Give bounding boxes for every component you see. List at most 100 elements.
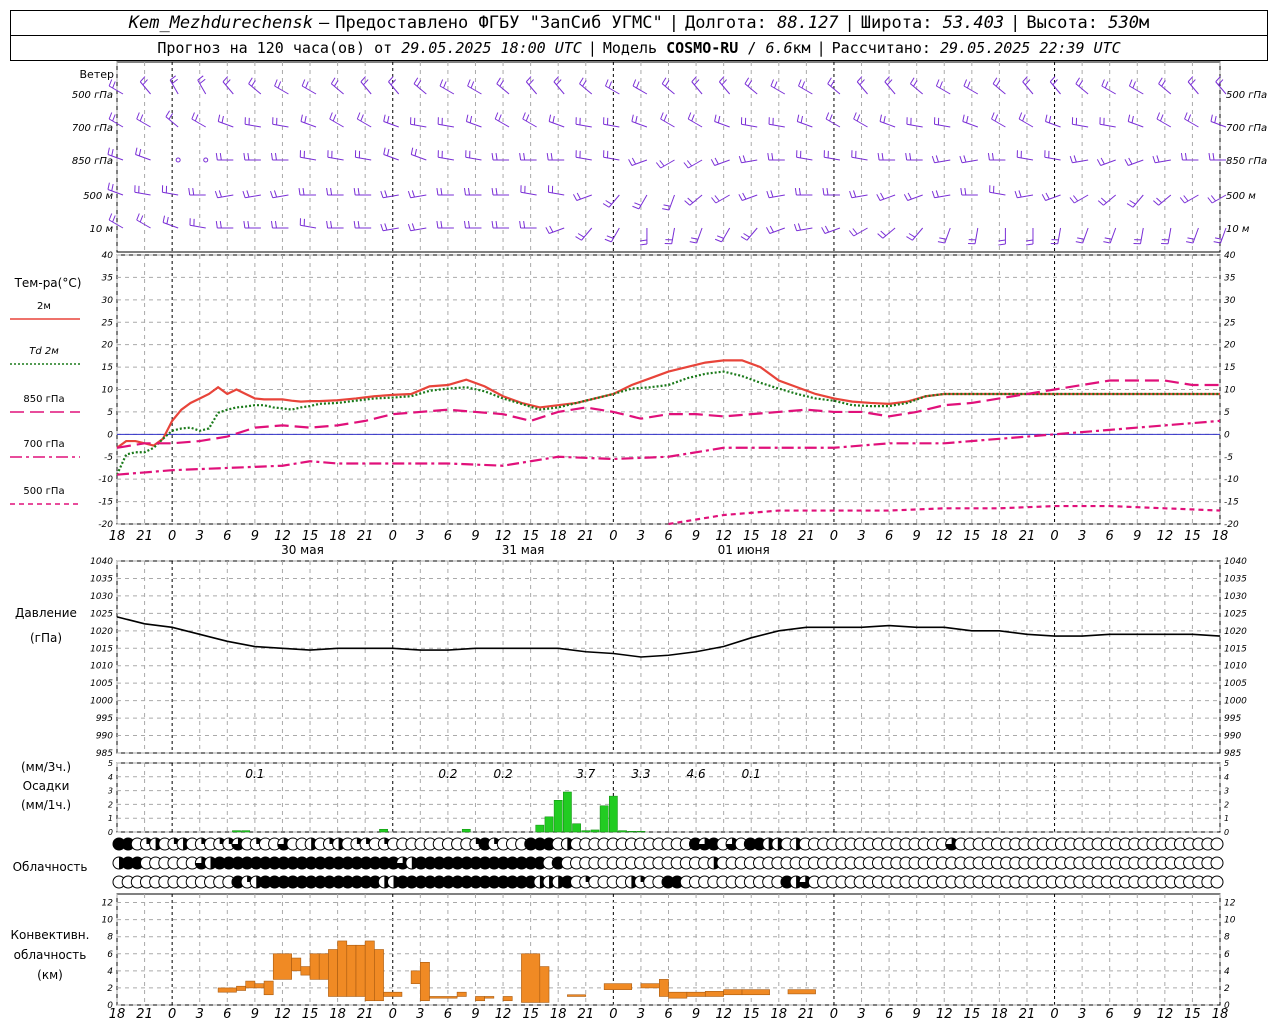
temperature-hour-label: 21 <box>798 529 815 544</box>
wind-barb-feather <box>1180 153 1183 161</box>
wind-barb <box>741 159 758 164</box>
wind-barb <box>1220 227 1227 244</box>
wind-barb-feather <box>1185 241 1194 244</box>
convective-hour-label: 21 <box>578 1007 595 1022</box>
wind-level-label-right: 500 м <box>1226 191 1256 202</box>
wind-barb <box>1049 81 1061 95</box>
wind-barb-feather <box>528 79 534 86</box>
wind-barb-feather <box>1179 197 1185 204</box>
wind-barb-feather <box>192 188 195 196</box>
wind-barb-feather <box>304 115 307 123</box>
wind-barb-feather <box>1190 79 1196 86</box>
wind-barb-feather <box>1128 157 1133 165</box>
temperature-hour-label: 15 <box>1184 529 1201 544</box>
wind-barb <box>413 83 427 95</box>
wind-barb <box>136 118 151 128</box>
wind-barb-feather <box>714 195 720 202</box>
wind-barb-feather <box>1124 159 1129 166</box>
wind-level-label-right: 850 гПа <box>1226 156 1267 167</box>
convective-hour-label: 18 <box>329 1007 346 1022</box>
wind-barb-feather <box>360 114 364 122</box>
wind-barb <box>632 85 648 95</box>
wind-barb-feather <box>225 79 231 86</box>
wind-barb <box>1017 194 1034 199</box>
pressure-panel-ytick-right: 1035 <box>1224 574 1247 584</box>
wind-barb-feather <box>1158 77 1163 84</box>
wind-barb-feather <box>463 188 466 196</box>
wind-barb <box>631 121 648 128</box>
convective-bar <box>659 979 669 997</box>
wind-barb-feather <box>217 114 221 122</box>
wind-barb <box>382 227 399 232</box>
temperature-hour-label: 18 <box>1212 529 1229 544</box>
wind-barb-feather <box>214 190 219 198</box>
wind-barb-feather <box>635 115 638 123</box>
wind-barb-feather <box>1100 197 1107 204</box>
wind-barb-feather <box>660 112 664 120</box>
wind-barb-feather <box>717 115 721 123</box>
temperature-hour-label: 18 <box>991 529 1008 544</box>
wind-barb <box>797 121 813 128</box>
wind-barb-feather <box>1159 114 1164 122</box>
wind-barb-feather <box>166 216 169 224</box>
wind-barb-feather <box>142 79 148 86</box>
wind-barb <box>668 194 675 211</box>
wind-barb-feather <box>714 238 722 243</box>
wind-barb-feather <box>1126 203 1134 208</box>
wind-barb-feather <box>496 77 501 84</box>
temperature-panel-ytick-right: 0 <box>1224 430 1230 440</box>
wind-barb <box>411 154 427 161</box>
temperature-hour-label: 12 <box>274 529 291 544</box>
wind-barb-feather <box>332 114 337 122</box>
wind-barb-feather <box>330 188 333 196</box>
wind-barb-feather <box>138 148 142 156</box>
wind-barb-feather <box>937 241 945 244</box>
precip-annotation: 3.7 <box>576 767 595 781</box>
wind-barb <box>934 159 951 164</box>
day-label: 01 июня <box>718 543 770 557</box>
wind-barb <box>770 85 786 95</box>
convective-bar <box>236 985 246 991</box>
wind-barb <box>1072 123 1089 128</box>
wind-barb-feather <box>829 114 833 122</box>
wind-barb-feather <box>357 221 360 229</box>
wind-barb <box>579 83 593 95</box>
wind-barb-feather <box>463 221 466 229</box>
wind-barb-feather <box>545 227 550 234</box>
wind-barb-feather <box>856 114 861 122</box>
wind-barb-feather <box>522 112 526 120</box>
pressure-panel-ytick-right: 1010 <box>1224 662 1247 672</box>
day-label: 30 мая <box>281 543 324 557</box>
wind-barb <box>1017 156 1034 161</box>
wind-barb <box>687 118 703 128</box>
temperature-hour-label: 21 <box>578 529 595 544</box>
temperature-hour-label: 3 <box>196 529 204 544</box>
wind-barb <box>603 156 620 161</box>
temperature-panel-ytick-left: 40 <box>102 251 114 261</box>
wind-barb-feather <box>436 221 439 229</box>
wind-barb <box>1132 194 1144 208</box>
wind-barb-feather <box>495 188 498 196</box>
wind-barb <box>300 121 317 128</box>
wind-barb-feather <box>663 114 668 122</box>
precip-bar <box>544 816 554 833</box>
wind-barb-feather <box>605 200 612 205</box>
wind-barb-feather <box>171 78 178 85</box>
convective-panel-ytick-right: 4 <box>1224 967 1230 977</box>
wind-barb <box>438 156 454 161</box>
wind-barb-feather <box>270 190 274 198</box>
temperature-panel-ytick-left: -15 <box>98 498 113 508</box>
convective-bar <box>429 996 458 999</box>
wind-level-label-right: 500 гПа <box>1226 90 1267 101</box>
temperature-hour-label: 18 <box>109 529 126 544</box>
precip-panel-ytick-left: 1 <box>108 814 113 823</box>
pressure-panel <box>116 560 1221 754</box>
wind-barb <box>934 194 951 199</box>
wind-barb <box>520 191 537 196</box>
wind-barb-feather <box>410 147 414 155</box>
convective-bar <box>383 991 403 997</box>
convective-hour-label: 21 <box>357 1007 374 1022</box>
wind-barb-feather <box>738 155 742 163</box>
wind-barb <box>1018 118 1034 128</box>
wind-barb-feather <box>1078 80 1084 87</box>
